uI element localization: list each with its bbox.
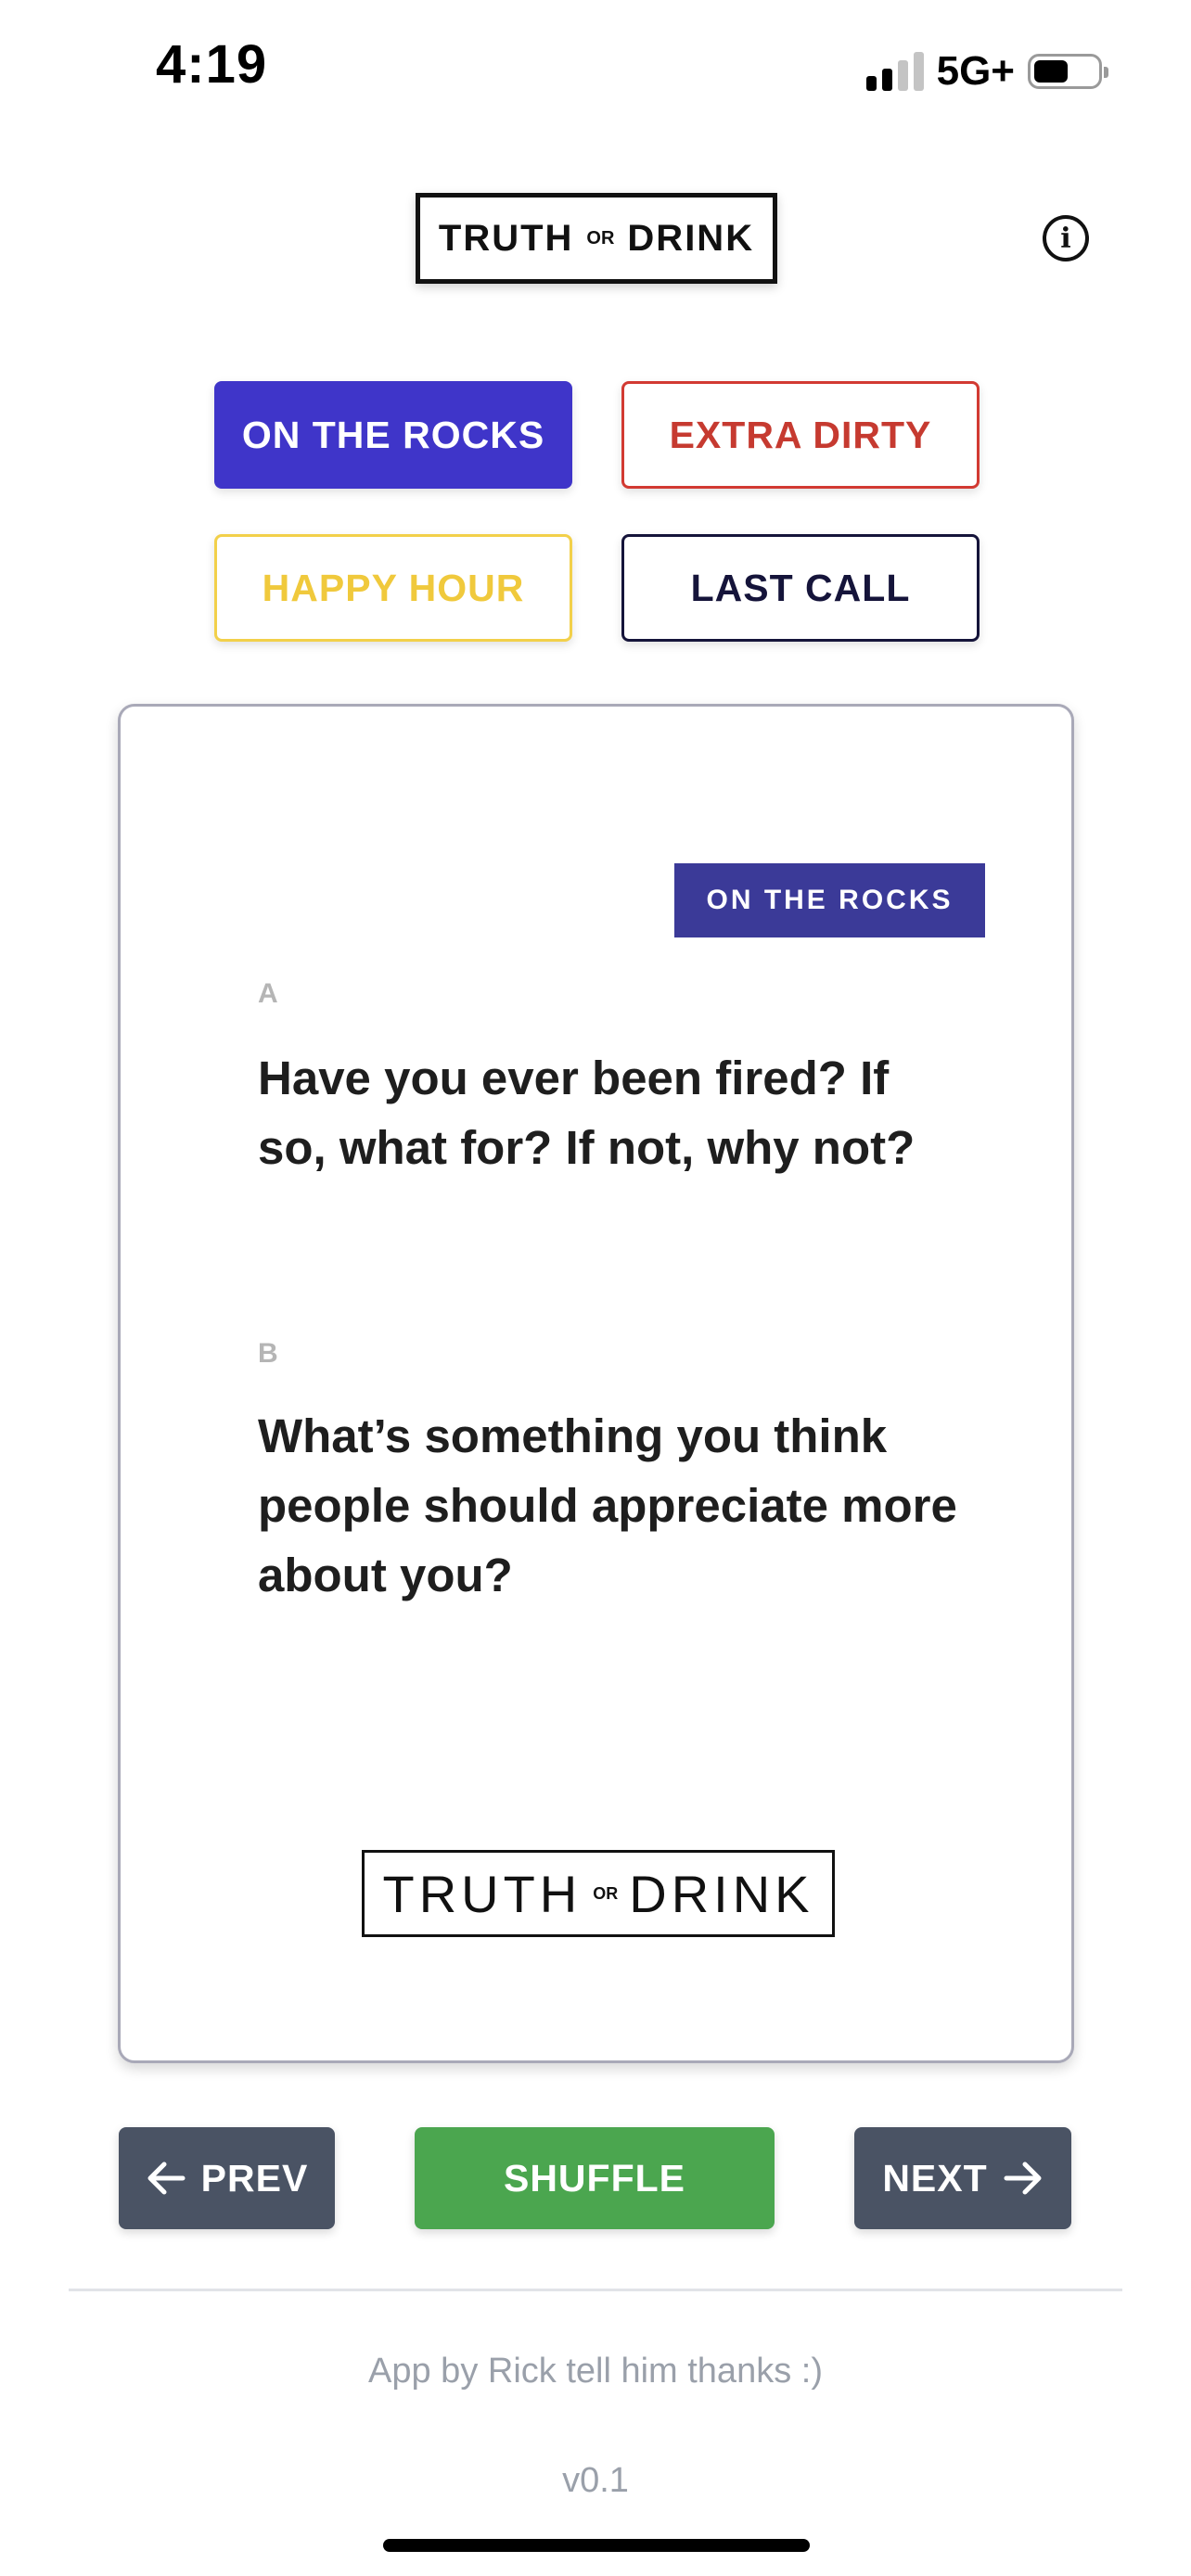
card-logo: TRUTH OR DRINK [362,1850,835,1937]
signal-strength-icon [865,52,924,91]
battery-level [1034,60,1069,83]
card-category-badge: ON THE ROCKS [674,863,985,937]
shuffle-label: SHUFFLE [503,2156,686,2200]
question-b-letter: B [258,1338,278,1369]
prev-button[interactable]: PREV [119,2127,335,2229]
status-indicators: 5G+ [865,48,1108,95]
credit-text: App by Rick tell him thanks :) [368,2352,823,2391]
card-logo-drink: DRINK [629,1864,814,1923]
next-button[interactable]: NEXT [854,2127,1071,2229]
category-extra-dirty-button[interactable]: EXTRA DIRTY [621,381,980,489]
prev-label: PREV [200,2156,309,2200]
shuffle-button[interactable]: SHUFFLE [415,2127,775,2229]
info-icon[interactable]: i [1043,215,1089,261]
status-time: 4:19 [156,34,268,95]
version-text: v0.1 [562,2461,629,2500]
question-card: ON THE ROCKS A Have you ever been fired?… [118,704,1074,2063]
question-b-text: What’s something you think people should… [258,1409,957,1601]
arrow-left-icon [146,2160,186,2197]
category-last-call-button[interactable]: LAST CALL [621,534,980,642]
category-on-the-rocks-button[interactable]: ON THE ROCKS [214,381,572,489]
arrow-right-icon [1003,2160,1044,2197]
next-label: NEXT [882,2156,988,2200]
question-a-letter: A [258,978,278,1009]
category-happy-hour-button[interactable]: HAPPY HOUR [214,534,572,642]
logo-word-truth: TRUTH [438,217,574,259]
footer-divider [69,2289,1122,2291]
logo-word-or: OR [586,227,615,249]
card-logo-or: OR [593,1883,619,1903]
network-type: 5G+ [936,48,1015,94]
home-indicator[interactable] [383,2539,810,2552]
header-logo: TRUTH OR DRINK [416,193,777,284]
battery-icon [1028,54,1108,89]
logo-word-drink: DRINK [627,217,755,259]
question-a-text: Have you ever been fired? If so, what fo… [258,1052,916,1174]
card-logo-truth: TRUTH [382,1864,583,1923]
